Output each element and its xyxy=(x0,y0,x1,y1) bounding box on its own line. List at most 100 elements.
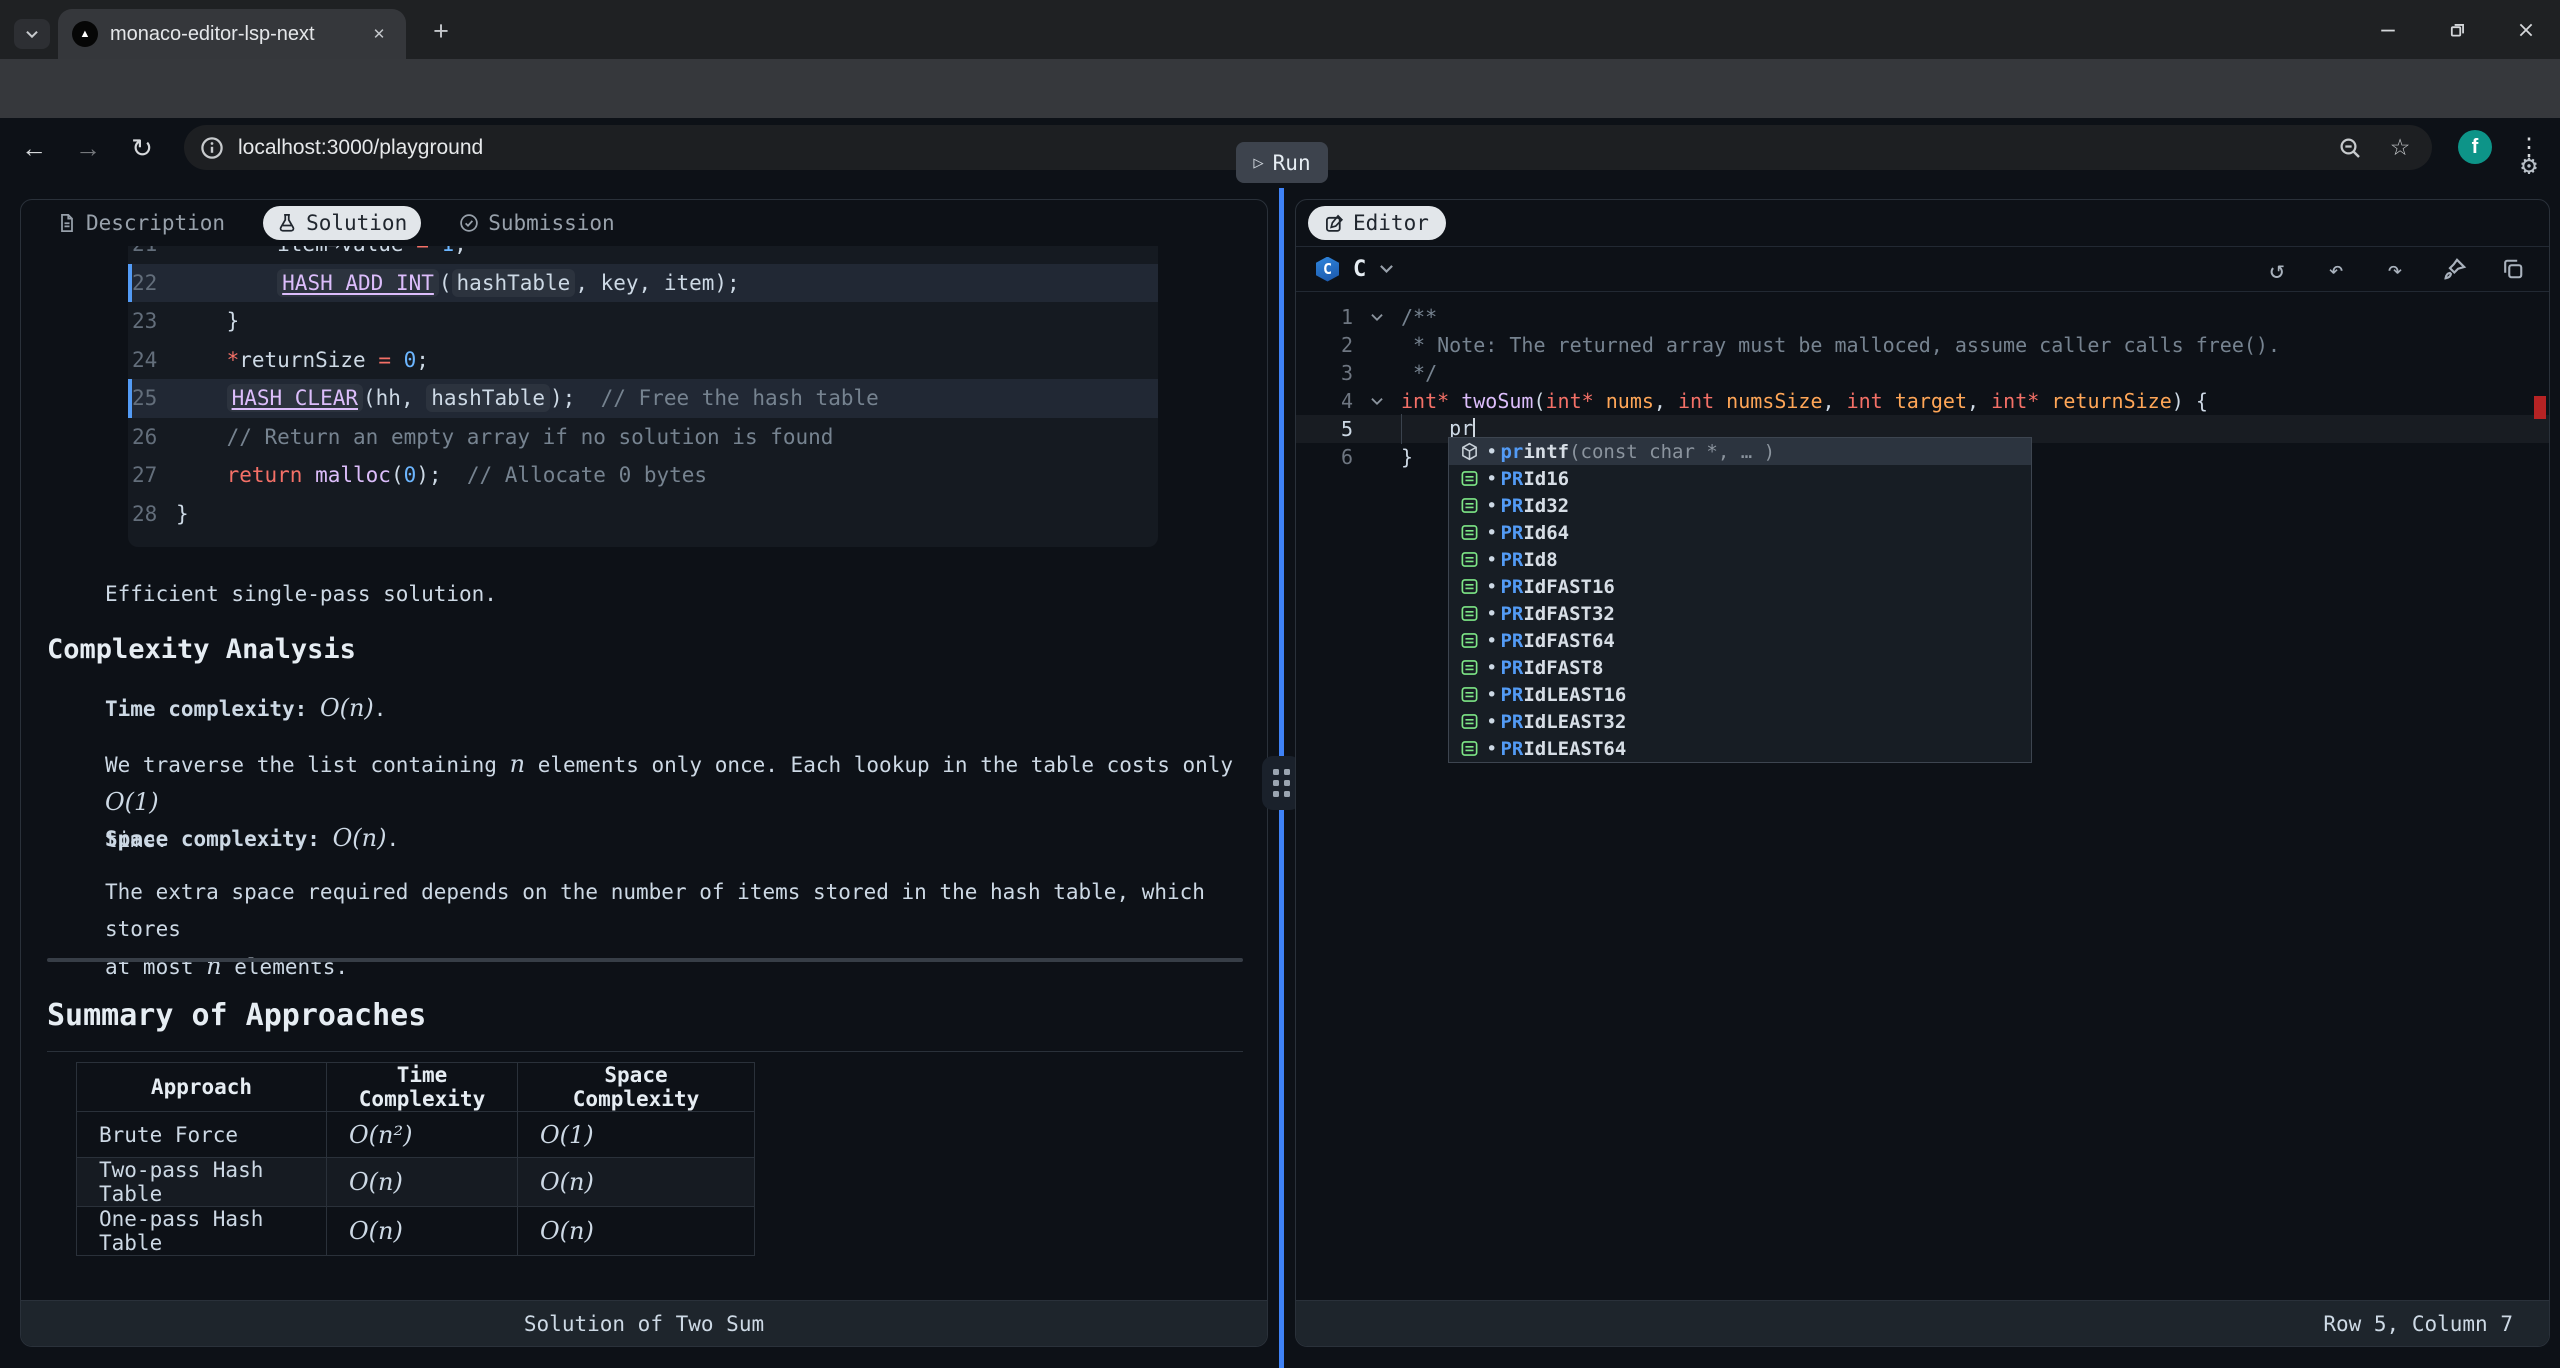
browser-tab[interactable]: ▲ monaco-editor-lsp-next ✕ xyxy=(58,9,406,59)
line-content: HASH_CLEAR(hh, hashTable); // Free the h… xyxy=(176,386,879,410)
check-circle-icon xyxy=(459,213,479,233)
suggestion-item[interactable]: •PRIdLEAST64 xyxy=(1449,735,2031,762)
editor-header: Editor xyxy=(1296,200,2549,246)
suggestion-match: PR xyxy=(1500,522,1523,544)
table-cell: O(n) xyxy=(327,1207,518,1256)
editor-tab[interactable]: Editor xyxy=(1308,206,1446,240)
solution-content: 21 item→value = 1;22 HASH_ADD_INT(hashTa… xyxy=(21,246,1267,1300)
table-cell: O(n) xyxy=(327,1158,518,1207)
suggestion-item[interactable]: •PRId64 xyxy=(1449,519,2031,546)
language-name[interactable]: C xyxy=(1353,257,1366,282)
line-number: 22 xyxy=(132,271,176,295)
window-close-button[interactable] xyxy=(2504,12,2548,48)
line-content: *returnSize = 0; xyxy=(176,348,429,372)
panel-tab-solution[interactable]: Solution xyxy=(263,206,421,240)
undo-icon[interactable]: ↶ xyxy=(2320,253,2352,285)
window-restore-button[interactable] xyxy=(2436,12,2480,48)
table-row: Two-pass Hash TableO(n)O(n) xyxy=(77,1158,755,1207)
editor-line[interactable]: 2 * Note: The returned array must be mal… xyxy=(1296,331,2549,359)
table-cell: One-pass Hash Table xyxy=(77,1207,327,1256)
line-number: 27 xyxy=(132,463,176,487)
editor-line-number: 3 xyxy=(1296,361,1353,385)
suggestion-match: PR xyxy=(1500,630,1523,652)
line-content: } xyxy=(176,309,239,333)
play-icon: ▷ xyxy=(1253,153,1263,173)
solution-panel: Description Solution Submission 21 item→va… xyxy=(20,199,1268,1347)
code-line: 23 } xyxy=(128,302,1158,341)
cube-icon xyxy=(1459,442,1479,461)
suggestion-bullet: • xyxy=(1486,684,1497,706)
suggestion-item[interactable]: •PRIdFAST8 xyxy=(1449,654,2031,681)
line-number: 21 xyxy=(132,246,176,256)
suggestion-match: pr xyxy=(1500,441,1523,463)
horizontal-rule xyxy=(47,958,1243,962)
tab-search-button[interactable] xyxy=(14,19,50,49)
suggestion-item[interactable]: •PRIdFAST32 xyxy=(1449,600,2031,627)
suggestion-item[interactable]: •PRIdFAST64 xyxy=(1449,627,2031,654)
suggestion-match: PR xyxy=(1500,495,1523,517)
suggestion-bullet: • xyxy=(1486,549,1497,571)
back-button[interactable]: ← xyxy=(17,131,51,165)
run-button[interactable]: ▷ Run xyxy=(1236,142,1328,183)
text-icon xyxy=(1459,523,1479,542)
suggestion-item[interactable]: •PRIdFAST16 xyxy=(1449,573,2031,600)
line-content: return malloc(0); // Allocate 0 bytes xyxy=(176,463,707,487)
format-brush-icon[interactable] xyxy=(2438,253,2470,285)
editor-line[interactable]: 3 */ xyxy=(1296,359,2549,387)
new-tab-button[interactable]: + xyxy=(424,14,458,48)
panel-tab-submission[interactable]: Submission xyxy=(445,206,628,240)
run-label: Run xyxy=(1273,151,1311,175)
redo-icon[interactable]: ↷ xyxy=(2379,253,2411,285)
editor-line[interactable]: 1/** xyxy=(1296,303,2549,331)
site-info-icon[interactable] xyxy=(200,136,224,160)
suggestion-item[interactable]: •PRId8 xyxy=(1449,546,2031,573)
suggestion-item[interactable]: •PRId32 xyxy=(1449,492,2031,519)
suggestion-bullet: • xyxy=(1486,522,1497,544)
reload-button[interactable]: ↻ xyxy=(125,131,159,165)
panel-tab-label: Submission xyxy=(488,211,614,235)
fold-chevron-icon[interactable] xyxy=(1353,397,1401,406)
line-content: item→value = 1; xyxy=(176,246,467,256)
table-cell: Two-pass Hash Table xyxy=(77,1158,327,1207)
bookmark-star-icon[interactable]: ☆ xyxy=(2382,130,2418,166)
profile-avatar[interactable]: f xyxy=(2458,130,2492,164)
copy-icon[interactable] xyxy=(2497,253,2529,285)
solution-footer: Solution of Two Sum xyxy=(21,1300,1267,1346)
suggestion-item[interactable]: •PRIdLEAST32 xyxy=(1449,708,2031,735)
suggestion-item[interactable]: •PRId16 xyxy=(1449,465,2031,492)
suggestion-bullet: • xyxy=(1486,711,1497,733)
fold-chevron-icon[interactable] xyxy=(1353,313,1401,322)
error-overview-marker xyxy=(2534,396,2546,419)
suggestion-item[interactable]: •printf(const char *, … ) xyxy=(1449,438,2031,465)
minimize-icon xyxy=(2379,21,2397,39)
suggestion-match: PR xyxy=(1500,684,1523,706)
forward-button[interactable]: → xyxy=(71,131,105,165)
language-chevron-icon[interactable] xyxy=(1379,264,1394,274)
code-line: 26 // Return an empty array if no soluti… xyxy=(128,418,1158,457)
editor-line[interactable]: 4int* twoSum(int* nums, int numsSize, in… xyxy=(1296,387,2549,415)
text-icon xyxy=(1459,550,1479,569)
suggestion-label: Id16 xyxy=(1523,468,1569,490)
table-cell: O(n) xyxy=(518,1158,755,1207)
suggestion-item[interactable]: •PRIdLEAST16 xyxy=(1449,681,2031,708)
table-row: Brute ForceO(n²)O(1) xyxy=(77,1112,755,1158)
panel-tab-description[interactable]: Description xyxy=(43,206,239,240)
suggestion-label: IdFAST8 xyxy=(1523,657,1603,679)
line-number: 28 xyxy=(132,502,176,526)
table-cell: O(1) xyxy=(518,1112,755,1158)
suggestion-label: IdLEAST32 xyxy=(1523,711,1626,733)
window-minimize-button[interactable] xyxy=(2366,12,2410,48)
suggestion-bullet: • xyxy=(1486,630,1497,652)
code-editor[interactable]: 1/**2 * Note: The returned array must be… xyxy=(1296,292,2549,1300)
tab-close-icon[interactable]: ✕ xyxy=(366,21,392,47)
text-icon xyxy=(1459,739,1479,758)
code-line: 27 return malloc(0); // Allocate 0 bytes xyxy=(128,456,1158,495)
panel-tab-bar: Description Solution Submission xyxy=(21,200,1267,246)
zoom-out-icon[interactable] xyxy=(2332,130,2368,166)
suggestion-match: PR xyxy=(1500,657,1523,679)
reset-icon[interactable]: ↺ xyxy=(2261,253,2293,285)
table-header-cell: Approach xyxy=(77,1063,327,1112)
text-icon xyxy=(1459,712,1479,731)
settings-gear-icon[interactable]: ⚙ xyxy=(2512,148,2546,182)
suggestion-bullet: • xyxy=(1486,657,1497,679)
